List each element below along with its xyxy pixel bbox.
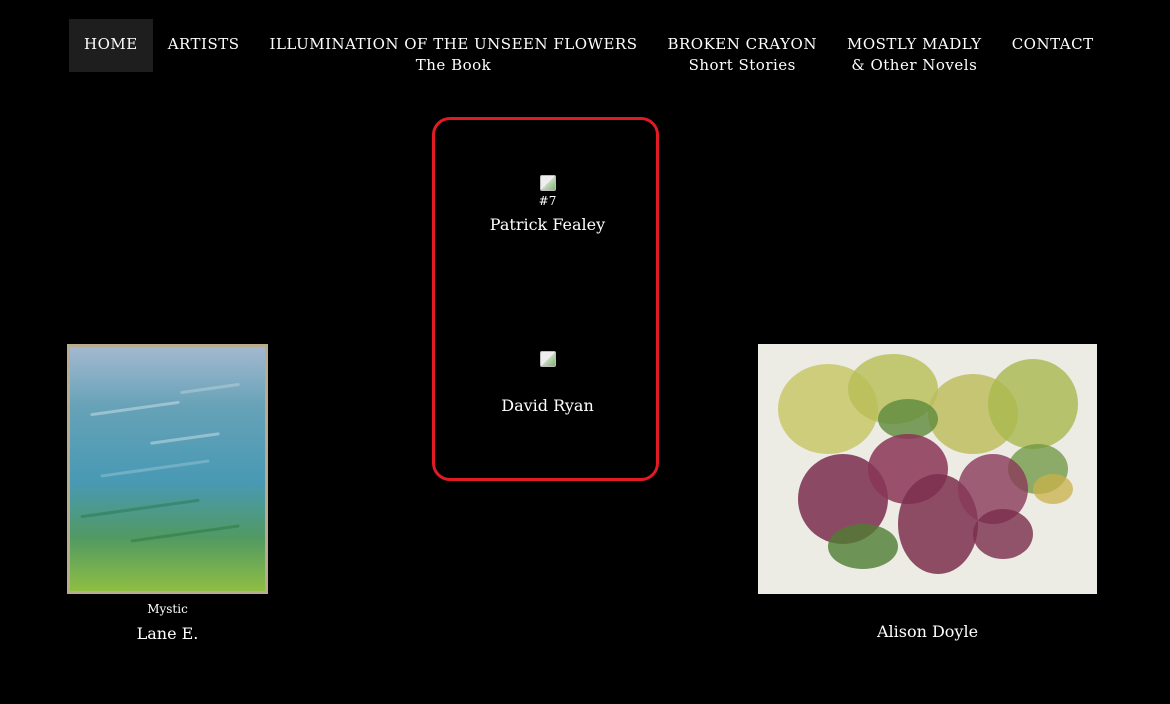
painting-flowers[interactable] [758,344,1097,594]
nav-broken-crayon[interactable]: BROKEN CRAYON Short Stories [652,19,831,74]
painting-mystic[interactable] [67,344,268,594]
broken-image-icon[interactable] [539,351,556,367]
artist-name[interactable]: Lane E. [137,623,199,645]
artist-name[interactable]: Alison Doyle [877,621,978,643]
nav-home[interactable]: HOME [69,19,153,72]
nav-artists-label: ARTISTS [167,35,240,53]
nav-mostly-madly[interactable]: MOSTLY MADLY & Other Novels [832,19,997,74]
nav-illumination-label: ILLUMINATION OF THE UNSEEN FLOWERS [269,35,638,53]
nav-broken-crayon-label: BROKEN CRAYON [667,35,817,53]
gallery-item-patrick-fealey[interactable]: #7 Patrick Fealey [445,175,650,236]
nav-contact[interactable]: CONTACT [997,19,1109,72]
broken-image-icon[interactable] [539,175,556,191]
gallery-item-alison-doyle: Alison Doyle [758,621,1097,643]
artist-name[interactable]: Patrick Fealey [490,214,605,236]
artist-name[interactable]: David Ryan [501,395,594,417]
nav-mostly-madly-sub: & Other Novels [851,56,978,74]
nav-illumination[interactable]: ILLUMINATION OF THE UNSEEN FLOWERS The B… [255,19,653,74]
main-nav: HOME ARTISTS ILLUMINATION OF THE UNSEEN … [69,19,1109,74]
nav-home-label: HOME [84,35,138,53]
nav-mostly-madly-label: MOSTLY MADLY [846,35,982,53]
nav-illumination-sub: The Book [415,56,492,74]
nav-contact-label: CONTACT [1011,35,1094,53]
artwork-caption: Mystic [147,602,188,616]
nav-broken-crayon-sub: Short Stories [688,56,796,74]
artwork-caption: #7 [538,194,557,208]
gallery-item-lane-e: Mystic Lane E. [67,599,268,645]
nav-artists[interactable]: ARTISTS [153,19,255,72]
page: HOME ARTISTS ILLUMINATION OF THE UNSEEN … [0,0,1170,704]
gallery-item-david-ryan[interactable]: David Ryan [445,351,650,417]
highlight-box [432,117,659,481]
